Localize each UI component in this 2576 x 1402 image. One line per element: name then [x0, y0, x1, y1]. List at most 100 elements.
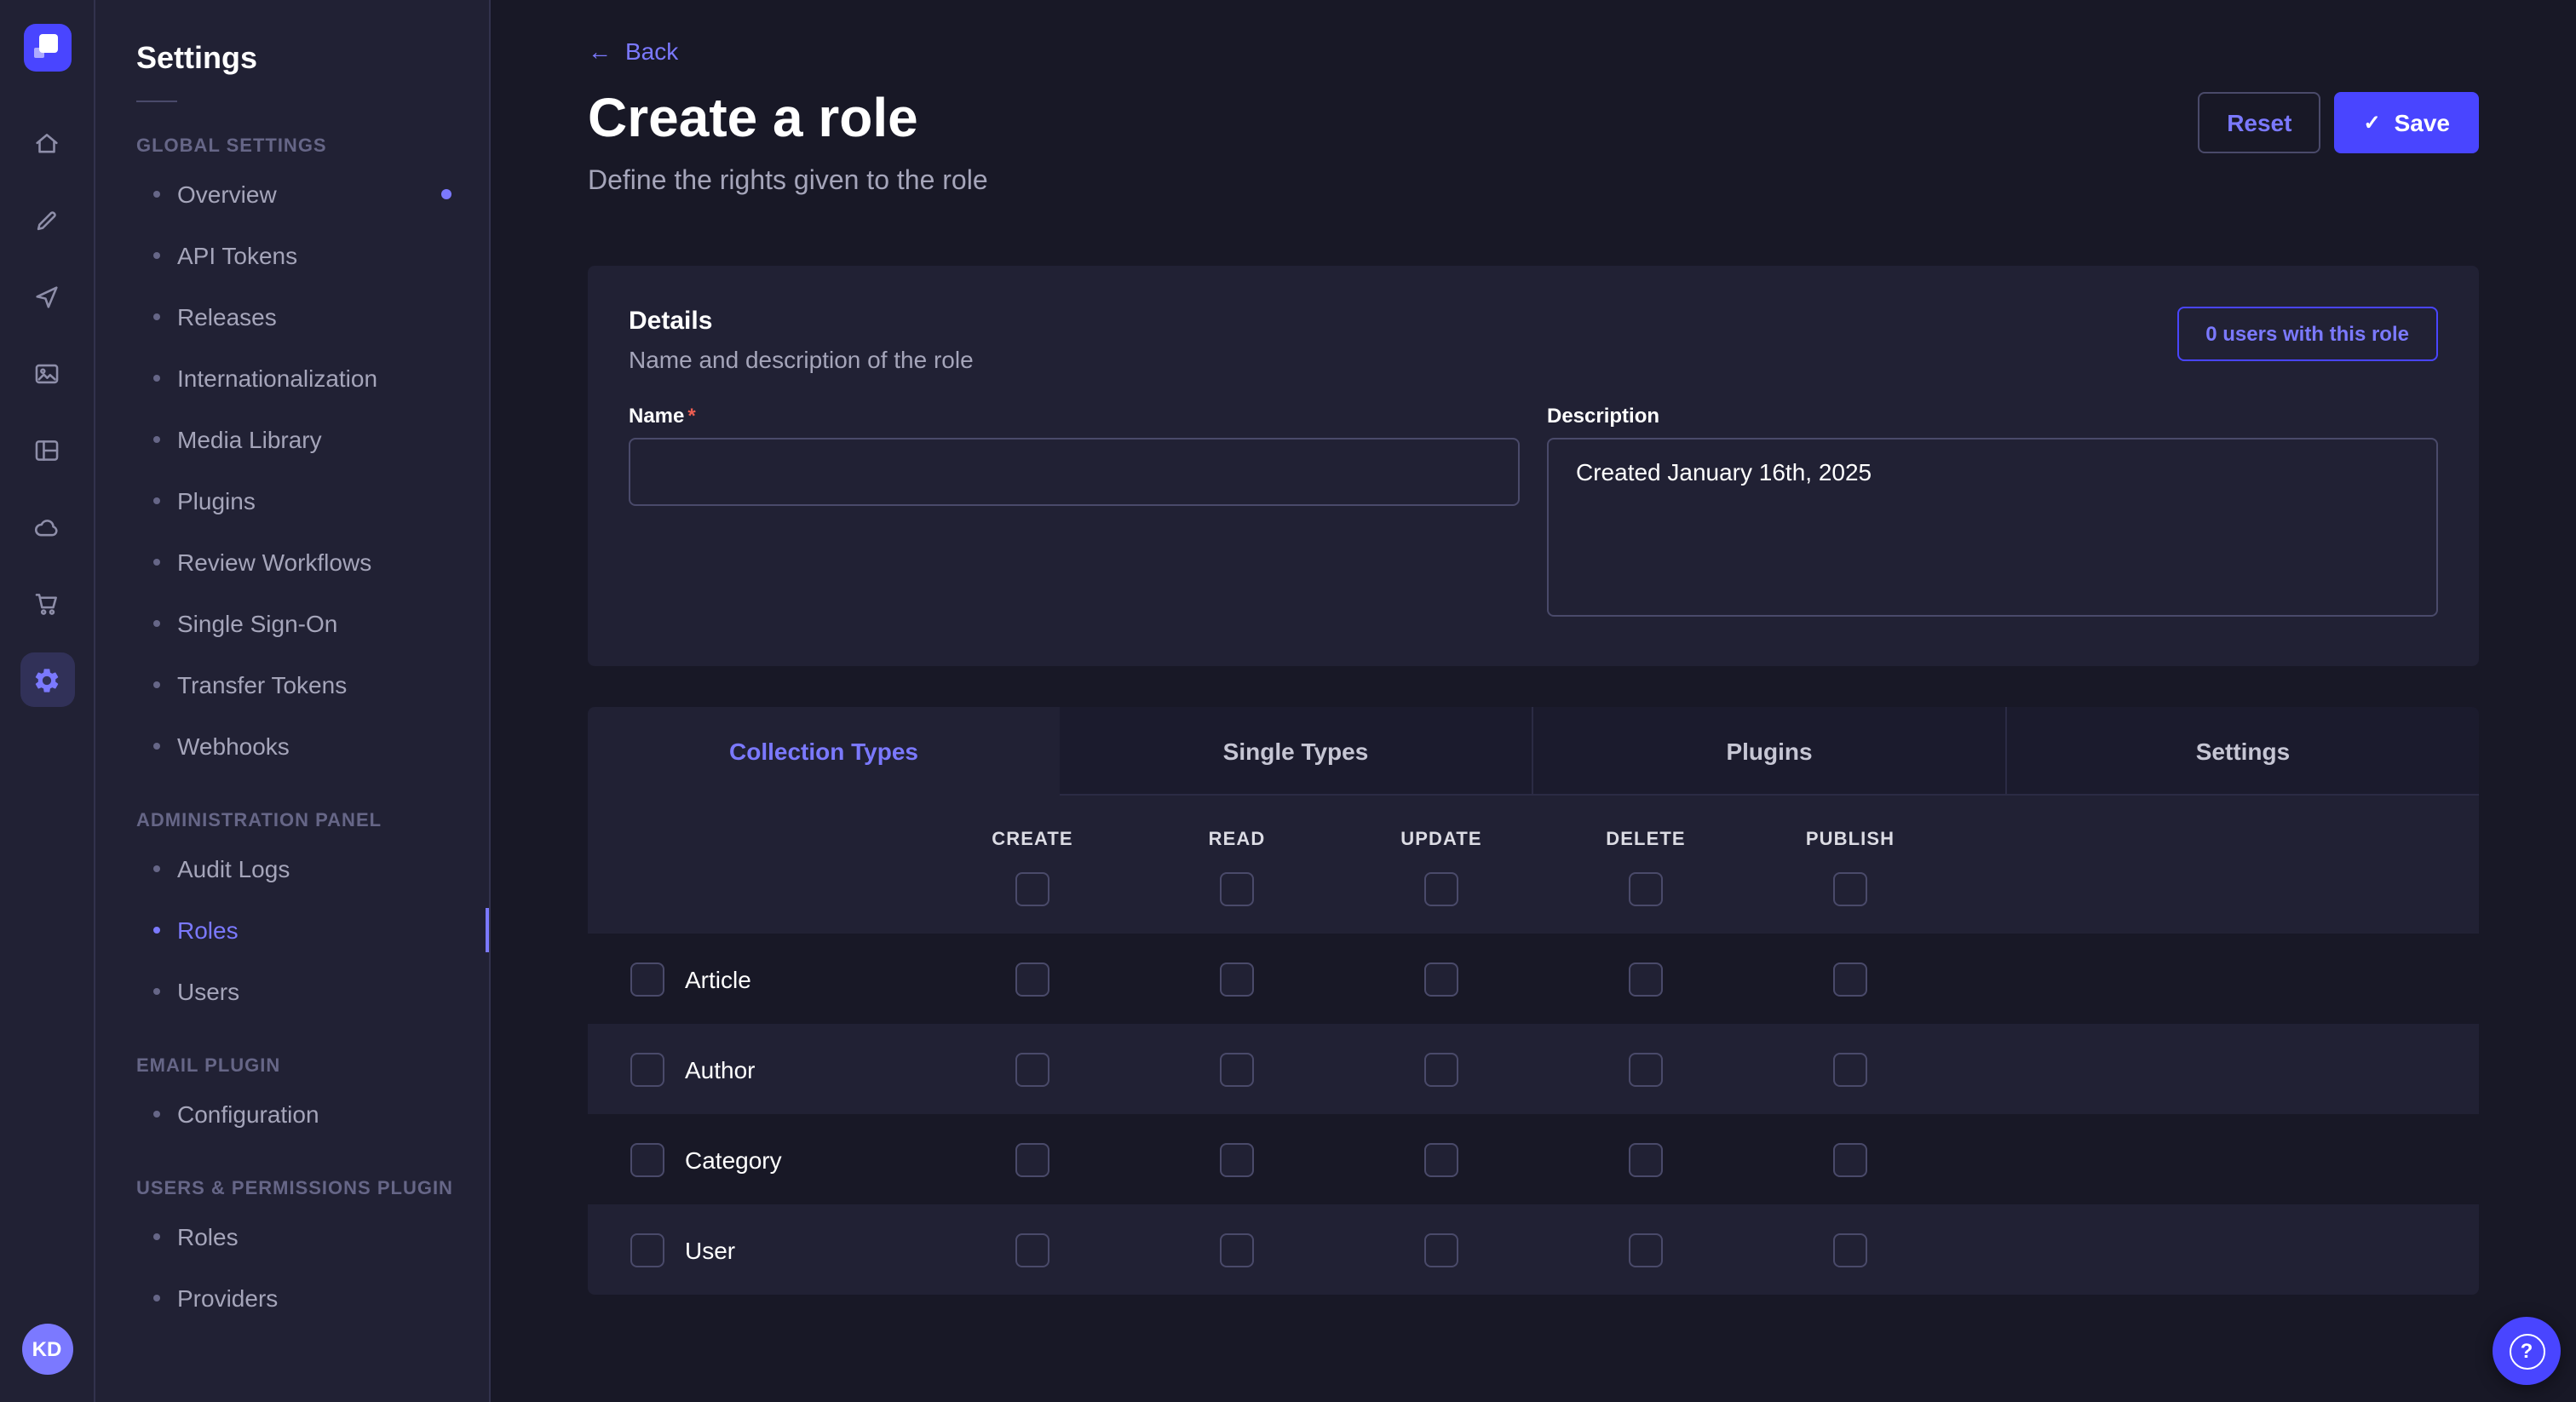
category-read-checkbox[interactable] [1220, 1142, 1254, 1176]
settings-nav-button[interactable] [20, 652, 74, 707]
section-users-permissions-plugin: USERS & PERMISSIONS PLUGIN Roles Provide… [95, 1179, 489, 1329]
back-link[interactable]: ← Back [588, 37, 678, 65]
save-button[interactable]: ✓ Save [2334, 92, 2479, 153]
tab-settings[interactable]: Settings [2007, 707, 2479, 796]
author-publish-checkbox[interactable] [1833, 1052, 1867, 1086]
home-nav-button[interactable] [20, 116, 74, 170]
sidebar-item-api-tokens[interactable]: API Tokens [95, 225, 489, 286]
settings-sidebar: Settings GLOBAL SETTINGS Overview API To… [95, 0, 491, 1402]
user-update-checkbox[interactable] [1424, 1232, 1458, 1267]
item-bullet [153, 375, 160, 382]
check-icon: ✓ [2363, 112, 2380, 133]
reset-button[interactable]: Reset [2198, 92, 2320, 153]
releases-nav-button[interactable] [20, 269, 74, 324]
sidebar-title-divider [136, 101, 177, 102]
users-with-role-badge[interactable]: 0 users with this role [2176, 307, 2438, 361]
help-icon: ? [2509, 1333, 2544, 1369]
row-label-category: Category [685, 1146, 782, 1173]
article-publish-checkbox[interactable] [1833, 962, 1867, 996]
sidebar-item-plugins[interactable]: Plugins [95, 470, 489, 531]
permissions-table-body: Article Author [588, 934, 2479, 1295]
sidebar-item-admin-roles[interactable]: Roles [95, 899, 489, 961]
select-all-delete-checkbox[interactable] [1629, 872, 1663, 906]
table-row-category: Category [588, 1114, 2479, 1204]
sidebar-item-webhooks[interactable]: Webhooks [95, 715, 489, 777]
column-read: READ [1135, 830, 1339, 906]
tab-plugins[interactable]: Plugins [1533, 707, 2007, 796]
sidebar-item-media-library[interactable]: Media Library [95, 409, 489, 470]
author-delete-checkbox[interactable] [1629, 1052, 1663, 1086]
article-row-checkbox[interactable] [630, 962, 664, 996]
article-create-checkbox[interactable] [1015, 962, 1049, 996]
item-bullet [153, 1111, 160, 1118]
sidebar-item-email-configuration[interactable]: Configuration [95, 1083, 489, 1145]
category-update-checkbox[interactable] [1424, 1142, 1458, 1176]
permissions-tabs: Collection Types Single Types Plugins Se… [588, 707, 2479, 796]
description-textarea[interactable]: Created January 16th, 2025 [1547, 438, 2438, 617]
deployments-nav-button[interactable] [20, 499, 74, 554]
user-row-checkbox[interactable] [630, 1232, 664, 1267]
help-button[interactable]: ? [2493, 1317, 2561, 1385]
user-create-checkbox[interactable] [1015, 1232, 1049, 1267]
article-read-checkbox[interactable] [1220, 962, 1254, 996]
sidebar-item-up-providers[interactable]: Providers [95, 1267, 489, 1329]
author-read-checkbox[interactable] [1220, 1052, 1254, 1086]
author-row-checkbox[interactable] [630, 1052, 664, 1086]
column-delete: DELETE [1544, 830, 1748, 906]
select-all-read-checkbox[interactable] [1220, 872, 1254, 906]
marketplace-nav-button[interactable] [20, 576, 74, 630]
main-nav-rail: KD [0, 0, 95, 1402]
column-publish: PUBLISH [1748, 830, 1952, 906]
item-bullet [153, 1295, 160, 1301]
media-library-nav-button[interactable] [20, 346, 74, 400]
select-all-create-checkbox[interactable] [1015, 872, 1049, 906]
author-create-checkbox[interactable] [1015, 1052, 1049, 1086]
user-publish-checkbox[interactable] [1833, 1232, 1867, 1267]
category-publish-checkbox[interactable] [1833, 1142, 1867, 1176]
sidebar-item-label: Plugins [177, 487, 256, 514]
column-update: UPDATE [1339, 830, 1544, 906]
section-label: ADMINISTRATION PANEL [95, 811, 489, 831]
article-delete-checkbox[interactable] [1629, 962, 1663, 996]
sidebar-item-label: Configuration [177, 1100, 319, 1128]
name-input[interactable] [629, 438, 1520, 506]
user-avatar[interactable]: KD [21, 1324, 72, 1375]
section-global-settings: GLOBAL SETTINGS Overview API Tokens Rele… [95, 136, 489, 777]
column-label-create: CREATE [992, 830, 1072, 850]
column-label-publish: PUBLISH [1806, 830, 1895, 850]
column-label-update: UPDATE [1400, 830, 1481, 850]
category-row-checkbox[interactable] [630, 1142, 664, 1176]
sidebar-item-overview[interactable]: Overview [95, 164, 489, 225]
page-subtitle: Define the rights given to the role [588, 167, 2479, 198]
name-field-group: Name* [629, 404, 1520, 506]
user-delete-checkbox[interactable] [1629, 1232, 1663, 1267]
item-bullet [153, 252, 160, 259]
description-field-label: Description [1547, 404, 2438, 428]
select-all-publish-checkbox[interactable] [1833, 872, 1867, 906]
sidebar-item-label: Releases [177, 303, 277, 330]
tab-collection-types[interactable]: Collection Types [588, 707, 1060, 796]
category-delete-checkbox[interactable] [1629, 1142, 1663, 1176]
author-update-checkbox[interactable] [1424, 1052, 1458, 1086]
content-type-builder-nav-button[interactable] [20, 422, 74, 477]
tab-single-types[interactable]: Single Types [1060, 707, 1533, 796]
sidebar-item-audit-logs[interactable]: Audit Logs [95, 838, 489, 899]
article-update-checkbox[interactable] [1424, 962, 1458, 996]
permissions-table: CREATE READ UPDATE DELETE [588, 796, 2479, 1295]
user-read-checkbox[interactable] [1220, 1232, 1254, 1267]
sidebar-item-admin-users[interactable]: Users [95, 961, 489, 1022]
sidebar-item-up-roles[interactable]: Roles [95, 1206, 489, 1267]
sidebar-item-transfer-tokens[interactable]: Transfer Tokens [95, 654, 489, 715]
sidebar-item-label: Webhooks [177, 733, 290, 760]
select-all-update-checkbox[interactable] [1424, 872, 1458, 906]
table-row-author: Author [588, 1024, 2479, 1114]
column-label-read: READ [1209, 830, 1266, 850]
sidebar-item-review-workflows[interactable]: Review Workflows [95, 531, 489, 593]
category-create-checkbox[interactable] [1015, 1142, 1049, 1176]
sidebar-item-releases[interactable]: Releases [95, 286, 489, 348]
content-manager-nav-button[interactable] [20, 192, 74, 247]
sidebar-item-single-sign-on[interactable]: Single Sign-On [95, 593, 489, 654]
item-bullet [153, 559, 160, 566]
sidebar-item-internationalization[interactable]: Internationalization [95, 348, 489, 409]
sidebar-title: Settings [95, 41, 489, 77]
